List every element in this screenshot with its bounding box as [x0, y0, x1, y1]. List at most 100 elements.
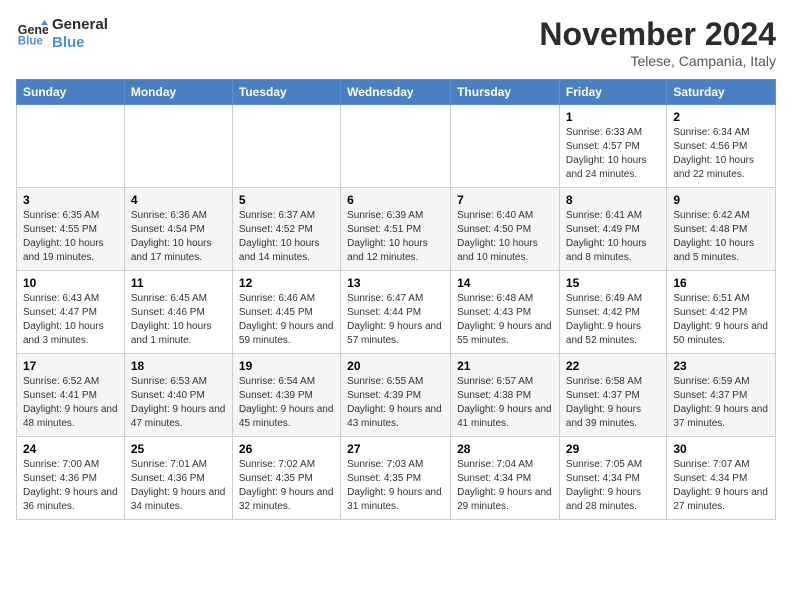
calendar-table: SundayMondayTuesdayWednesdayThursdayFrid… [16, 79, 776, 520]
header-cell-thursday: Thursday [451, 80, 560, 105]
svg-text:Blue: Blue [18, 36, 44, 48]
day-detail: Sunrise: 6:51 AM Sunset: 4:42 PM Dayligh… [673, 292, 769, 348]
week-row-4: 17 Sunrise: 6:52 AM Sunset: 4:41 PM Dayli… [17, 354, 776, 437]
day-detail: Sunrise: 6:53 AM Sunset: 4:40 PM Dayligh… [131, 375, 226, 431]
day-cell: 28 Sunrise: 7:04 AM Sunset: 4:34 PM Dayli… [451, 437, 560, 520]
day-detail: Sunrise: 6:39 AM Sunset: 4:51 PM Dayligh… [347, 209, 444, 265]
day-detail: Sunrise: 6:34 AM Sunset: 4:56 PM Dayligh… [673, 126, 769, 182]
day-number: 17 [23, 359, 118, 373]
day-number: 16 [673, 276, 769, 290]
day-cell: 27 Sunrise: 7:03 AM Sunset: 4:35 PM Dayli… [341, 437, 451, 520]
day-cell [124, 105, 232, 188]
day-detail: Sunrise: 6:54 AM Sunset: 4:39 PM Dayligh… [239, 375, 334, 431]
week-row-2: 3 Sunrise: 6:35 AM Sunset: 4:55 PM Daylig… [17, 188, 776, 271]
day-detail: Sunrise: 6:59 AM Sunset: 4:37 PM Dayligh… [673, 375, 769, 431]
day-cell [17, 105, 125, 188]
day-number: 20 [347, 359, 444, 373]
day-detail: Sunrise: 6:57 AM Sunset: 4:38 PM Dayligh… [457, 375, 553, 431]
day-cell: 18 Sunrise: 6:53 AM Sunset: 4:40 PM Dayli… [124, 354, 232, 437]
day-cell: 23Sunrise: 6:59 AM Sunset: 4:37 PM Dayli… [667, 354, 776, 437]
day-cell: 17 Sunrise: 6:52 AM Sunset: 4:41 PM Dayli… [17, 354, 125, 437]
day-detail: Sunrise: 6:36 AM Sunset: 4:54 PM Dayligh… [131, 209, 226, 265]
header-cell-friday: Friday [559, 80, 666, 105]
day-number: 22 [566, 359, 660, 373]
day-number: 5 [239, 193, 334, 207]
day-number: 15 [566, 276, 660, 290]
title-block: November 2024 Telese, Campania, Italy [539, 16, 776, 69]
header-cell-sunday: Sunday [17, 80, 125, 105]
day-cell: 26Sunrise: 7:02 AM Sunset: 4:35 PM Dayli… [232, 437, 340, 520]
day-cell: 1 Sunrise: 6:33 AM Sunset: 4:57 PM Daylig… [559, 105, 666, 188]
day-detail: Sunrise: 6:37 AM Sunset: 4:52 PM Dayligh… [239, 209, 334, 265]
day-number: 21 [457, 359, 553, 373]
week-row-3: 10Sunrise: 6:43 AM Sunset: 4:47 PM Dayli… [17, 271, 776, 354]
day-detail: Sunrise: 7:02 AM Sunset: 4:35 PM Dayligh… [239, 458, 334, 514]
day-detail: Sunrise: 6:49 AM Sunset: 4:42 PM Dayligh… [566, 292, 660, 348]
day-detail: Sunrise: 6:43 AM Sunset: 4:47 PM Dayligh… [23, 292, 118, 348]
day-cell: 22 Sunrise: 6:58 AM Sunset: 4:37 PM Dayli… [559, 354, 666, 437]
day-cell: 19Sunrise: 6:54 AM Sunset: 4:39 PM Dayli… [232, 354, 340, 437]
day-cell: 21 Sunrise: 6:57 AM Sunset: 4:38 PM Dayli… [451, 354, 560, 437]
day-number: 9 [673, 193, 769, 207]
day-number: 14 [457, 276, 553, 290]
logo-icon: General Blue [16, 18, 48, 50]
day-number: 8 [566, 193, 660, 207]
day-cell [451, 105, 560, 188]
day-detail: Sunrise: 6:55 AM Sunset: 4:39 PM Dayligh… [347, 375, 444, 431]
day-number: 18 [131, 359, 226, 373]
logo: General Blue General Blue [16, 16, 108, 52]
day-cell: 24Sunrise: 7:00 AM Sunset: 4:36 PM Dayli… [17, 437, 125, 520]
day-cell: 14Sunrise: 6:48 AM Sunset: 4:43 PM Dayli… [451, 271, 560, 354]
day-number: 25 [131, 442, 226, 456]
page-header: General Blue General Blue November 2024 … [16, 16, 776, 69]
day-number: 4 [131, 193, 226, 207]
day-detail: Sunrise: 6:47 AM Sunset: 4:44 PM Dayligh… [347, 292, 444, 348]
header-cell-tuesday: Tuesday [232, 80, 340, 105]
day-cell: 11 Sunrise: 6:45 AM Sunset: 4:46 PM Dayli… [124, 271, 232, 354]
day-cell: 6 Sunrise: 6:39 AM Sunset: 4:51 PM Daylig… [341, 188, 451, 271]
day-cell [232, 105, 340, 188]
header-row: SundayMondayTuesdayWednesdayThursdayFrid… [17, 80, 776, 105]
day-cell: 5 Sunrise: 6:37 AM Sunset: 4:52 PM Daylig… [232, 188, 340, 271]
week-row-1: 1 Sunrise: 6:33 AM Sunset: 4:57 PM Daylig… [17, 105, 776, 188]
day-detail: Sunrise: 7:00 AM Sunset: 4:36 PM Dayligh… [23, 458, 118, 514]
day-cell: 2Sunrise: 6:34 AM Sunset: 4:56 PM Daylig… [667, 105, 776, 188]
day-cell: 4 Sunrise: 6:36 AM Sunset: 4:54 PM Daylig… [124, 188, 232, 271]
day-detail: Sunrise: 7:07 AM Sunset: 4:34 PM Dayligh… [673, 458, 769, 514]
day-cell: 15 Sunrise: 6:49 AM Sunset: 4:42 PM Dayli… [559, 271, 666, 354]
day-number: 1 [566, 110, 660, 124]
day-number: 28 [457, 442, 553, 456]
day-detail: Sunrise: 6:45 AM Sunset: 4:46 PM Dayligh… [131, 292, 226, 348]
day-cell: 8Sunrise: 6:41 AM Sunset: 4:49 PM Daylig… [559, 188, 666, 271]
day-detail: Sunrise: 6:52 AM Sunset: 4:41 PM Dayligh… [23, 375, 118, 431]
day-number: 13 [347, 276, 444, 290]
day-number: 29 [566, 442, 660, 456]
day-detail: Sunrise: 7:05 AM Sunset: 4:34 PM Dayligh… [566, 458, 660, 514]
day-number: 11 [131, 276, 226, 290]
day-detail: Sunrise: 7:04 AM Sunset: 4:34 PM Dayligh… [457, 458, 553, 514]
day-number: 7 [457, 193, 553, 207]
day-detail: Sunrise: 6:42 AM Sunset: 4:48 PM Dayligh… [673, 209, 769, 265]
month-title: November 2024 [539, 16, 776, 53]
header-cell-wednesday: Wednesday [341, 80, 451, 105]
day-cell: 20 Sunrise: 6:55 AM Sunset: 4:39 PM Dayli… [341, 354, 451, 437]
day-number: 27 [347, 442, 444, 456]
day-detail: Sunrise: 6:33 AM Sunset: 4:57 PM Dayligh… [566, 126, 660, 182]
day-cell: 7Sunrise: 6:40 AM Sunset: 4:50 PM Daylig… [451, 188, 560, 271]
day-cell: 29 Sunrise: 7:05 AM Sunset: 4:34 PM Dayli… [559, 437, 666, 520]
day-detail: Sunrise: 7:01 AM Sunset: 4:36 PM Dayligh… [131, 458, 226, 514]
location-subtitle: Telese, Campania, Italy [539, 53, 776, 69]
day-cell: 3 Sunrise: 6:35 AM Sunset: 4:55 PM Daylig… [17, 188, 125, 271]
day-cell: 9 Sunrise: 6:42 AM Sunset: 4:48 PM Daylig… [667, 188, 776, 271]
day-number: 3 [23, 193, 118, 207]
day-number: 6 [347, 193, 444, 207]
header-cell-monday: Monday [124, 80, 232, 105]
day-cell: 30Sunrise: 7:07 AM Sunset: 4:34 PM Dayli… [667, 437, 776, 520]
day-cell: 12Sunrise: 6:46 AM Sunset: 4:45 PM Dayli… [232, 271, 340, 354]
day-detail: Sunrise: 6:35 AM Sunset: 4:55 PM Dayligh… [23, 209, 118, 265]
day-detail: Sunrise: 7:03 AM Sunset: 4:35 PM Dayligh… [347, 458, 444, 514]
week-row-5: 24Sunrise: 7:00 AM Sunset: 4:36 PM Dayli… [17, 437, 776, 520]
day-cell: 10Sunrise: 6:43 AM Sunset: 4:47 PM Dayli… [17, 271, 125, 354]
day-detail: Sunrise: 6:58 AM Sunset: 4:37 PM Dayligh… [566, 375, 660, 431]
day-cell: 16 Sunrise: 6:51 AM Sunset: 4:42 PM Dayli… [667, 271, 776, 354]
